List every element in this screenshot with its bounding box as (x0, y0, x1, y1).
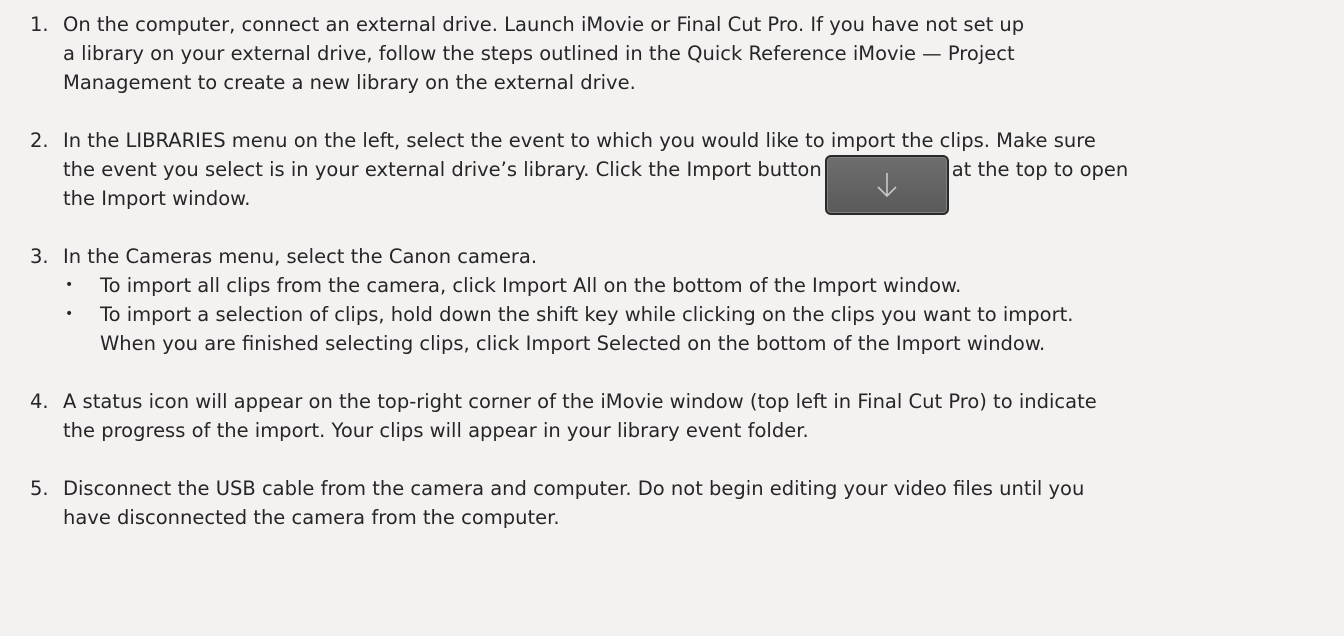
bullet-item: • To import all clips from the camera, c… (63, 271, 1324, 300)
bullet-glyph: • (65, 306, 74, 322)
step-text-line: a library on your external drive, follow… (63, 42, 1015, 65)
step-text-line: have disconnected the camera from the co… (63, 506, 560, 529)
bullet-text-line: When you are finished selecting clips, c… (100, 332, 1046, 355)
step-text-line: On the computer, connect an external dri… (63, 13, 1025, 36)
instruction-page: 1. On the computer, connect an external … (0, 0, 1344, 636)
bullet-item: • To import a selection of clips, hold d… (63, 300, 1324, 358)
step-text-fragment: at the top to open (951, 158, 1129, 181)
step-5: 5. Disconnect the USB cable from the cam… (30, 474, 1324, 532)
step-number: 1. (30, 13, 49, 36)
bullet-text-line: To import all clips from the camera, cli… (100, 274, 962, 297)
import-button[interactable] (824, 155, 949, 215)
bullet-text-line: To import a selection of clips, hold dow… (100, 303, 1074, 326)
step-number: 5. (30, 477, 49, 500)
step-3: 3. In the Cameras menu, select the Canon… (30, 242, 1324, 358)
step-text-line: Management to create a new library on th… (63, 71, 636, 94)
step-text-line: A status icon will appear on the top-rig… (63, 390, 1097, 413)
step-1: 1. On the computer, connect an external … (30, 10, 1324, 97)
step-number: 4. (30, 390, 49, 413)
step-text-line: the Import window. (63, 187, 251, 210)
step-4: 4. A status icon will appear on the top-… (30, 387, 1324, 445)
step-text-line: the progress of the import. Your clips w… (63, 419, 809, 442)
step-number: 2. (30, 129, 49, 152)
step-text-fragment: the event you select is in your external… (63, 158, 822, 181)
bullet-glyph: • (65, 277, 74, 293)
step-text-line: In the LIBRARIES menu on the left, selec… (63, 129, 1096, 152)
step-text-line: In the Cameras menu, select the Canon ca… (63, 245, 538, 268)
step-text-line: Disconnect the USB cable from the camera… (63, 477, 1085, 500)
bullet-list: • To import all clips from the camera, c… (63, 271, 1324, 358)
down-arrow-icon (877, 173, 897, 198)
step-2: 2. In the LIBRARIES menu on the left, se… (30, 126, 1324, 215)
step-number: 3. (30, 245, 49, 268)
